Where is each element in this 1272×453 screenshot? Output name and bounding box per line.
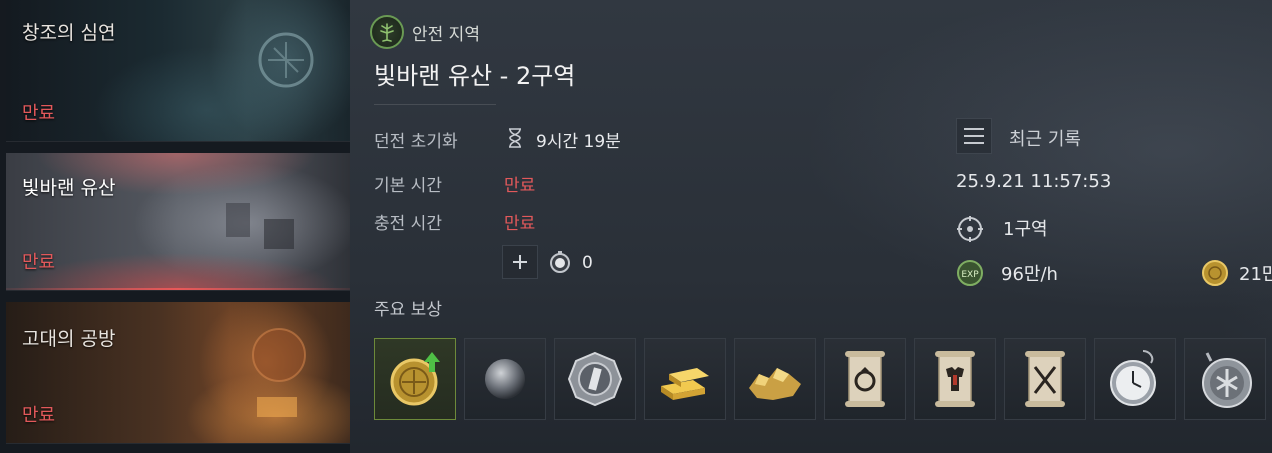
tree-icon — [370, 15, 404, 49]
plus-icon — [513, 255, 527, 269]
page-title: 빛바랜 유산 - 2구역 — [374, 62, 576, 90]
base-time-label: 기본 시간 — [374, 176, 442, 196]
gold-coin-icon — [1202, 260, 1228, 286]
recent-history-exp-rate: 96만/h — [1001, 264, 1058, 285]
reward-item[interactable] — [464, 338, 546, 420]
ruins-icon — [226, 203, 294, 249]
reward-item[interactable] — [824, 338, 906, 420]
reward-item[interactable] — [1004, 338, 1086, 420]
dungeon-name: 빛바랜 유산 — [22, 177, 116, 199]
gold-ore-icon — [749, 368, 801, 400]
zone-type: 안전 지역 — [370, 15, 480, 49]
svg-text:EXP: EXP — [961, 270, 979, 280]
weapon-scroll-icon — [1025, 351, 1065, 407]
dungeon-name: 고대의 공방 — [22, 328, 116, 350]
charge-time-value: 만료 — [504, 214, 536, 234]
armor-scroll-icon — [935, 351, 975, 407]
reward-item[interactable] — [374, 338, 456, 420]
charge-time-label: 충전 시간 — [374, 214, 442, 234]
base-time-value: 만료 — [504, 176, 536, 196]
stone-sigil-icon — [258, 32, 314, 88]
dungeon-card-ancient-workshop[interactable]: 고대의 공방 만료 — [6, 302, 350, 444]
divider — [374, 104, 496, 105]
charge-count: 0 — [582, 253, 593, 273]
pocket-watch-icon — [1110, 350, 1156, 406]
silver-medallion-icon — [1202, 352, 1252, 408]
reset-time-value: 9시간 19분 — [536, 132, 621, 152]
recent-history-button[interactable] — [956, 118, 992, 154]
dungeon-status: 만료 — [22, 252, 56, 273]
rewards-label: 주요 보상 — [374, 300, 442, 320]
reward-item[interactable] — [644, 338, 726, 420]
stopwatch-icon — [550, 251, 570, 273]
gold-coin-icon — [390, 352, 440, 406]
forge-icon — [252, 328, 306, 417]
reward-item[interactable] — [1094, 338, 1176, 420]
zone-type-label: 안전 지역 — [412, 24, 480, 45]
ring-scroll-icon — [845, 351, 885, 407]
dungeon-status: 만료 — [22, 405, 56, 426]
reset-label: 던전 초기화 — [374, 132, 458, 152]
dungeon-card-faded-legacy[interactable]: 빛바랜 유산 만료 — [6, 153, 350, 291]
recent-history-zone: 1구역 — [1003, 219, 1048, 240]
gray-orb-icon — [485, 359, 525, 399]
add-charge-button[interactable] — [502, 245, 538, 279]
recent-history-label: 최근 기록 — [1009, 129, 1081, 150]
reward-list — [374, 338, 1266, 420]
menu-icon — [964, 128, 984, 130]
reward-item[interactable] — [554, 338, 636, 420]
dungeon-detail: 안전 지역 빛바랜 유산 - 2구역 던전 초기화 9시간 19분 기본 시간 … — [350, 0, 1272, 453]
gold-bar-icon — [661, 368, 709, 400]
reward-item[interactable] — [914, 338, 996, 420]
recent-history-date: 25.9.21 11:57:53 — [956, 171, 1112, 192]
dungeon-card-abyss-of-creation[interactable]: 창조의 심연 만료 — [6, 0, 350, 142]
dungeon-status: 만료 — [22, 103, 56, 124]
crosshair-icon — [957, 216, 983, 242]
hourglass-icon — [509, 128, 521, 148]
recent-history-gold-rate: 21만 — [1239, 264, 1272, 285]
dungeon-list: 창조의 심연 만료 빛바랜 유산 만료 고대의 공방 만료 — [0, 0, 350, 453]
exp-icon: EXP — [957, 260, 983, 286]
silver-token-icon — [567, 351, 623, 407]
reward-item[interactable] — [734, 338, 816, 420]
reward-item[interactable] — [1184, 338, 1266, 420]
dungeon-name: 창조의 심연 — [22, 22, 116, 44]
